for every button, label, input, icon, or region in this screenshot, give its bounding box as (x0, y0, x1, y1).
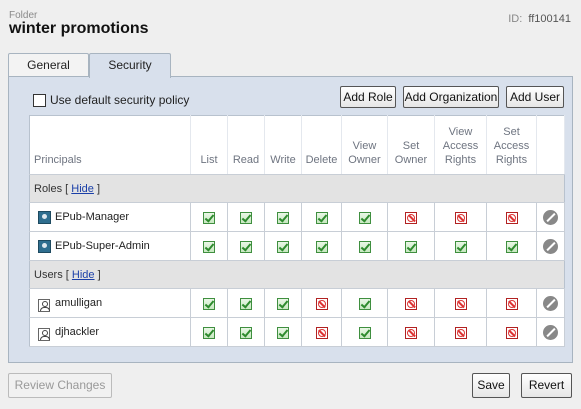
write-permission-icon[interactable] (277, 240, 289, 253)
set-owner-permission-icon[interactable] (405, 240, 417, 253)
id-label: ID: (508, 13, 523, 25)
col-read: Read (227, 115, 265, 175)
users-group-label: Users (34, 268, 63, 281)
view-owner-permission-icon[interactable] (358, 240, 371, 253)
add-role-button[interactable]: Add Role (340, 86, 396, 108)
users-group-row: Users [ Hide ] (29, 260, 565, 289)
roles-group-row: Roles [ Hide ] (29, 174, 565, 203)
remove-principal-icon[interactable] (543, 324, 558, 340)
security-panel: Use default security policy Add Role Add… (8, 76, 573, 363)
col-principals: Principals (29, 115, 191, 175)
read-permission-icon[interactable] (240, 211, 252, 224)
id-display: ID: ff100141 (508, 13, 571, 25)
col-list: List (190, 115, 228, 175)
default-policy-checkbox[interactable] (33, 93, 46, 107)
set-owner-permission-icon[interactable] (405, 297, 417, 310)
col-actions (536, 115, 565, 175)
list-permission-icon[interactable] (203, 211, 215, 224)
principal-name: djhackler (55, 326, 100, 338)
add-organization-button[interactable]: Add Organization (403, 86, 499, 108)
set-access-rights-permission-icon[interactable] (505, 211, 518, 224)
read-permission-icon[interactable] (240, 297, 252, 310)
revert-button[interactable]: Revert (521, 373, 572, 398)
default-policy-option[interactable]: Use default security policy (33, 93, 189, 107)
tab-security[interactable]: Security (89, 53, 171, 78)
read-permission-icon[interactable] (240, 326, 252, 339)
col-set-owner: Set Owner (387, 115, 435, 175)
add-user-button[interactable]: Add User (506, 86, 564, 108)
roles-hide-link[interactable]: Hide (71, 183, 94, 195)
roles-group-header: Roles [ Hide ] (29, 174, 565, 203)
delete-permission-icon[interactable] (315, 211, 328, 224)
delete-permission-icon[interactable] (315, 240, 328, 253)
save-button[interactable]: Save (472, 373, 510, 398)
remove-principal-icon[interactable] (543, 209, 558, 225)
principal-row-user-0: amulligan (29, 288, 565, 318)
tab-general[interactable]: General (8, 53, 89, 77)
view-owner-permission-icon[interactable] (358, 297, 371, 310)
view-owner-permission-icon[interactable] (358, 326, 371, 339)
principal-row-role-0: EPub-Manager (29, 202, 565, 232)
role-icon (38, 239, 51, 253)
set-access-rights-permission-icon[interactable] (505, 297, 518, 310)
principal-name: amulligan (55, 297, 103, 309)
view-access-rights-permission-icon[interactable] (454, 297, 467, 310)
principal-row-user-1: djhackler (29, 317, 565, 347)
users-group-header: Users [ Hide ] (29, 260, 565, 289)
write-permission-icon[interactable] (277, 211, 289, 224)
principal-row-role-1: EPub-Super-Admin (29, 231, 565, 261)
set-access-rights-permission-icon[interactable] (505, 326, 518, 339)
permissions-table: Principals List Read Write Delete View O… (29, 115, 565, 347)
remove-principal-icon[interactable] (543, 295, 558, 311)
role-icon (38, 210, 51, 224)
id-value: ff100141 (528, 13, 571, 25)
page-title: winter promotions (9, 20, 149, 37)
col-view-owner: View Owner (341, 115, 388, 175)
read-permission-icon[interactable] (240, 240, 252, 253)
list-permission-icon[interactable] (203, 297, 215, 310)
write-permission-icon[interactable] (277, 297, 289, 310)
list-permission-icon[interactable] (203, 326, 215, 339)
roles-group-label: Roles (34, 182, 63, 195)
table-header-row: Principals List Read Write Delete View O… (29, 115, 565, 175)
remove-principal-icon[interactable] (543, 238, 558, 254)
list-permission-icon[interactable] (203, 240, 215, 253)
users-hide-link[interactable]: Hide (72, 269, 95, 281)
principal-name: EPub-Super-Admin (55, 240, 150, 252)
delete-permission-icon[interactable] (315, 297, 328, 310)
col-write: Write (264, 115, 302, 175)
view-owner-permission-icon[interactable] (358, 211, 371, 224)
view-access-rights-permission-icon[interactable] (454, 211, 467, 224)
col-view-access-rights: View Access Rights (434, 115, 487, 175)
review-changes-button[interactable]: Review Changes (8, 373, 112, 398)
col-delete: Delete (301, 115, 342, 175)
set-access-rights-permission-icon[interactable] (505, 240, 518, 253)
default-policy-label: Use default security policy (50, 93, 190, 107)
principal-name: EPub-Manager (55, 211, 129, 223)
view-access-rights-permission-icon[interactable] (454, 240, 467, 253)
set-owner-permission-icon[interactable] (405, 211, 417, 224)
set-owner-permission-icon[interactable] (405, 326, 417, 339)
user-icon (38, 327, 50, 341)
col-set-access-rights: Set Access Rights (486, 115, 537, 175)
write-permission-icon[interactable] (277, 326, 289, 339)
user-icon (38, 298, 50, 312)
delete-permission-icon[interactable] (315, 326, 328, 339)
view-access-rights-permission-icon[interactable] (454, 326, 467, 339)
